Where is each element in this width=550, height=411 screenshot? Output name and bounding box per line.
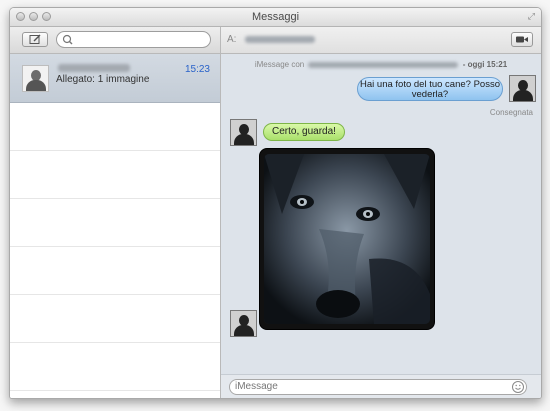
list-divider (10, 390, 220, 391)
messages-window: Messaggi ⤢ 15:23 Allegato: 1 immagine A:… (9, 7, 542, 399)
conversation-list-item[interactable]: 15:23 Allegato: 1 immagine (10, 54, 220, 103)
list-divider (10, 150, 220, 151)
search-icon (62, 34, 73, 45)
video-call-button[interactable] (511, 32, 533, 47)
list-divider (10, 294, 220, 295)
recipient-bar: A: (221, 27, 541, 54)
compose-icon (29, 34, 41, 44)
list-divider (10, 198, 220, 199)
sent-message-bubble: Hai una foto del tuo cane? Posso vederla… (357, 77, 503, 101)
sender-avatar-icon (509, 75, 536, 102)
dog-photo (264, 154, 430, 324)
conversation-time: 15:23 (184, 64, 210, 75)
message-input[interactable]: iMessage (229, 379, 527, 395)
conversation-sidebar: 15:23 Allegato: 1 immagine (10, 27, 221, 398)
window-title: Messaggi (251, 11, 300, 23)
title-bar: Messaggi ⤢ (10, 8, 541, 27)
fullscreen-icon[interactable]: ⤢ (528, 11, 535, 22)
sidebar-toolbar (10, 27, 220, 54)
emoji-icon[interactable] (511, 380, 525, 394)
delivery-status: Consegnata (489, 108, 533, 117)
thread-header-suffix: - oggi 15:21 (462, 60, 508, 69)
contact-avatar-icon (230, 119, 257, 146)
to-label: A: (227, 34, 237, 45)
compose-bar: iMessage (221, 374, 541, 398)
conversation-preview: Allegato: 1 immagine (56, 74, 150, 85)
dog-illustration (264, 154, 430, 324)
list-divider (10, 246, 220, 247)
thread-header: iMessage con - oggi 15:21 (221, 60, 541, 69)
search-input[interactable] (56, 31, 211, 48)
list-divider (10, 342, 220, 343)
image-attachment[interactable] (259, 148, 435, 330)
recipient-redacted[interactable] (245, 36, 315, 43)
contact-address-redacted (308, 61, 459, 68)
user-avatar-icon (22, 65, 49, 92)
compose-button[interactable] (22, 32, 48, 47)
video-camera-icon (516, 36, 528, 43)
received-message-bubble: Certo, guarda! (263, 123, 345, 141)
contact-avatar-icon (230, 310, 257, 337)
contact-name-redacted (58, 64, 130, 72)
conversation-pane: A: iMessage con - oggi 15:21 Hai una fot… (221, 27, 541, 398)
thread-header-prefix: iMessage con (254, 60, 305, 69)
